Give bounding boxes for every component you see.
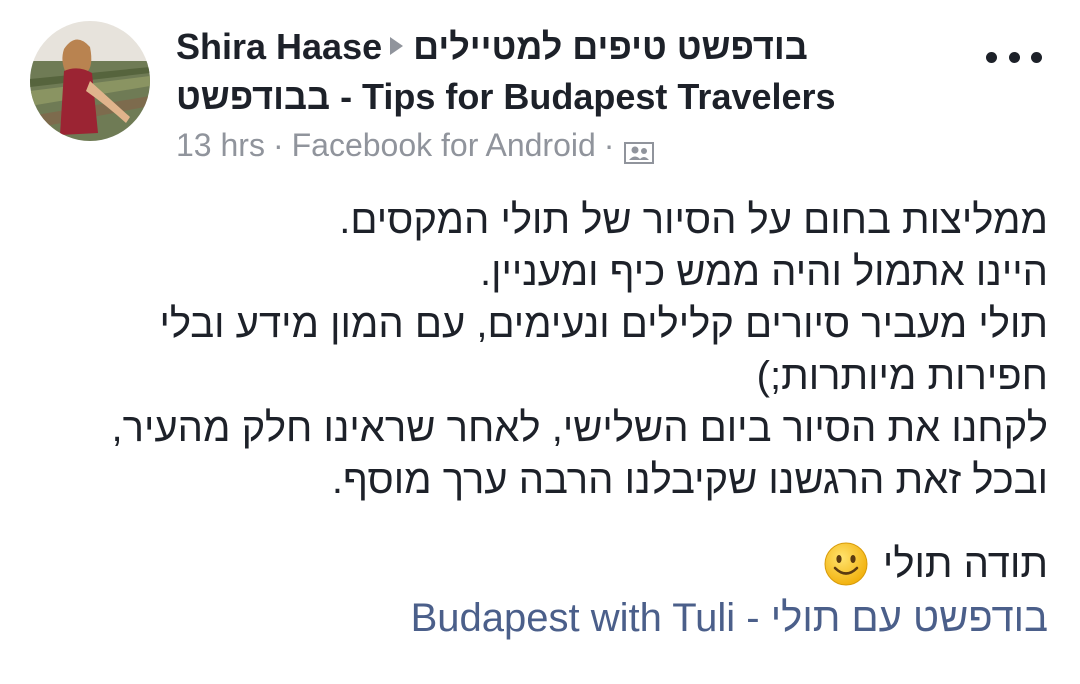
post-text-line: ממליצות בחום על הסיור של תולי המקסים. <box>339 198 1048 242</box>
meta-separator: · <box>603 127 615 163</box>
group-name-line2[interactable]: בבודפשט - Tips for Budapest Travelers <box>176 76 836 117</box>
avatar-photo <box>30 21 150 141</box>
post-body: ממליצות בחום על הסיור של תולי המקסים. הי… <box>58 194 1048 506</box>
post-source: Facebook for Android <box>291 127 596 163</box>
more-dot-1 <box>986 51 997 63</box>
author-name[interactable]: Shira Haase <box>176 26 382 67</box>
post-text-line: תולי מעביר סיורים קלילים ונעימים, עם המו… <box>159 302 1048 346</box>
author-avatar[interactable] <box>30 21 150 141</box>
meta-separator: · <box>272 127 284 163</box>
post-text-line: ובכל זאת הרגשנו שקיבלנו הרבה ערך מוסף. <box>331 458 1048 502</box>
more-dot-3 <box>1031 51 1042 63</box>
shared-to-arrow-icon <box>390 37 404 55</box>
smiley-emoji-icon <box>823 541 869 587</box>
more-options-icon[interactable] <box>986 50 1042 64</box>
post-thanks-line: תודה תולי <box>823 538 1048 590</box>
post-timestamp[interactable]: 13 hrs <box>176 127 265 164</box>
more-dot-2 <box>1008 51 1020 63</box>
post-meta: 13 hrs · Facebook for Android · <box>176 127 655 164</box>
tagged-page-link[interactable]: Budapest with Tuli - בודפשט עם תולי <box>411 592 1048 644</box>
thanks-text: תודה תולי <box>882 542 1048 586</box>
post-text-line: לקחנו את הסיור ביום השלישי, לאחר שראינו … <box>111 406 1048 450</box>
group-name-line1[interactable]: בודפשט טיפים למטיילים <box>413 26 808 67</box>
post-text-line: חפירות מיותרות;) <box>756 354 1048 398</box>
group-members-icon[interactable] <box>624 135 655 164</box>
post-header: Shira Haase בודפשט טיפים למטיילים בבודפשט… <box>176 22 956 122</box>
post-text-line: היינו אתמול והיה ממש כיף ומעניין. <box>479 250 1048 294</box>
